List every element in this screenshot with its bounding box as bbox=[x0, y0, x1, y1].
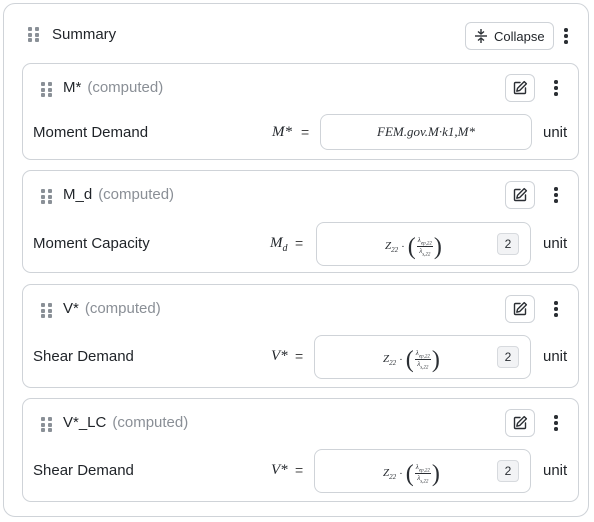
multiply-dot: · bbox=[399, 354, 403, 366]
formula-field[interactable]: FEM.gov.M·k1,M* bbox=[320, 114, 532, 150]
lead-subscript: 22 bbox=[391, 246, 399, 255]
formula-field[interactable]: Z22 · ( λep,22 λs,22 ) 2 bbox=[316, 222, 531, 266]
more-vertical-icon[interactable] bbox=[549, 300, 563, 318]
multiply-dot: · bbox=[401, 241, 405, 253]
computed-label: (computed) bbox=[84, 300, 161, 317]
symbol-text: V* bbox=[271, 462, 288, 478]
formula-field[interactable]: Z22 · ( λep,22 λs,22 ) 2 bbox=[314, 335, 531, 379]
denominator-subscript: s,22 bbox=[422, 252, 431, 258]
equals-sign: = bbox=[301, 124, 310, 140]
variable-symbol: V* bbox=[271, 348, 288, 365]
formula-lead: Z22 bbox=[383, 353, 396, 367]
formula-expression: Z22 · ( λep,22 λs,22 ) bbox=[383, 348, 440, 372]
edit-icon bbox=[513, 80, 528, 95]
unit-label: unit bbox=[543, 124, 568, 141]
paren-close: ) bbox=[431, 347, 440, 373]
drag-handle-icon[interactable] bbox=[41, 303, 52, 318]
equals-sign: = bbox=[295, 462, 304, 478]
variable-name: M_d bbox=[63, 186, 93, 203]
symbol-text: M* bbox=[272, 124, 292, 140]
formula-lead: Z22 bbox=[383, 467, 396, 481]
summary-title: Summary bbox=[52, 26, 117, 43]
variable-description: Shear Demand bbox=[33, 348, 134, 365]
formula-expression: Z22 · ( λep,22 λs,22 ) bbox=[385, 235, 442, 259]
variable-symbol: V* bbox=[271, 462, 288, 479]
unit-label: unit bbox=[543, 348, 568, 365]
more-vertical-icon[interactable] bbox=[549, 414, 563, 432]
numerator-subscript: ep,22 bbox=[420, 241, 432, 246]
formula-fraction: λep,22 λs,22 bbox=[416, 236, 433, 258]
summary-panel: Summary Collapse M* (computed) Moment Dem… bbox=[3, 3, 589, 517]
lead-subscript: 22 bbox=[389, 359, 397, 368]
more-vertical-icon[interactable] bbox=[549, 186, 563, 204]
symbol-text: M bbox=[270, 235, 283, 251]
precision-badge[interactable]: 2 bbox=[497, 346, 519, 368]
denominator-subscript: s,22 bbox=[420, 365, 429, 371]
formula-fraction: λep,22 λs,22 bbox=[414, 349, 431, 371]
variable-symbol: M* bbox=[272, 124, 292, 141]
paren-open: ( bbox=[405, 461, 414, 487]
paren-close: ) bbox=[433, 234, 442, 260]
variable-name: V*_LC bbox=[63, 414, 107, 431]
edit-button[interactable] bbox=[505, 295, 535, 323]
variable-name: M* bbox=[63, 79, 82, 96]
precision-badge[interactable]: 2 bbox=[497, 233, 519, 255]
computed-label: (computed) bbox=[87, 79, 164, 96]
drag-handle-icon[interactable] bbox=[41, 417, 52, 432]
paren-open: ( bbox=[407, 234, 416, 260]
variable-description: Moment Capacity bbox=[33, 235, 150, 252]
formula-text: FEM.gov.M·k1,M* bbox=[377, 124, 475, 139]
edit-icon bbox=[513, 301, 528, 316]
variable-description: Moment Demand bbox=[33, 124, 149, 141]
edit-button[interactable] bbox=[505, 181, 535, 209]
variable-card-v-star: V* (computed) Shear Demand V* = Z22 · ( λ… bbox=[22, 284, 579, 388]
drag-handle-icon[interactable] bbox=[28, 27, 39, 42]
equals-sign: = bbox=[295, 348, 304, 364]
numerator-subscript: ep,22 bbox=[418, 354, 430, 359]
variable-name: V* bbox=[63, 300, 79, 317]
formula-field[interactable]: Z22 · ( λep,22 λs,22 ) 2 bbox=[314, 449, 531, 493]
variable-card-v-star-lc: V*_LC (computed) Shear Demand V* = Z22 · … bbox=[22, 398, 579, 502]
collapse-label: Collapse bbox=[494, 28, 545, 44]
variable-description: Shear Demand bbox=[33, 462, 134, 479]
formula-fraction: λep,22 λs,22 bbox=[414, 463, 431, 485]
computed-label: (computed) bbox=[112, 414, 189, 431]
variable-title: M* (computed) bbox=[63, 79, 163, 96]
variable-title: V*_LC (computed) bbox=[63, 414, 188, 431]
paren-close: ) bbox=[431, 461, 440, 487]
variable-card-m-star: M* (computed) Moment Demand M* = FEM.gov.… bbox=[22, 63, 579, 160]
variable-symbol: Md bbox=[270, 235, 288, 254]
formula-expression: Z22 · ( λep,22 λs,22 ) bbox=[383, 462, 440, 486]
edit-icon bbox=[513, 187, 528, 202]
edit-button[interactable] bbox=[505, 74, 535, 102]
symbol-text: V* bbox=[271, 348, 288, 364]
symbol-subscript: d bbox=[282, 243, 288, 254]
equals-sign: = bbox=[295, 235, 304, 251]
edit-button[interactable] bbox=[505, 409, 535, 437]
denominator-subscript: s,22 bbox=[420, 479, 429, 485]
variable-card-m-d: M_d (computed) Moment Capacity Md = Z22 ·… bbox=[22, 170, 579, 273]
more-vertical-icon[interactable] bbox=[549, 79, 563, 97]
unit-label: unit bbox=[543, 462, 568, 479]
variable-title: V* (computed) bbox=[63, 300, 161, 317]
edit-icon bbox=[513, 415, 528, 430]
variable-title: M_d (computed) bbox=[63, 186, 174, 203]
computed-label: (computed) bbox=[98, 186, 175, 203]
drag-handle-icon[interactable] bbox=[41, 189, 52, 204]
numerator-subscript: ep,22 bbox=[418, 468, 430, 473]
more-vertical-icon[interactable] bbox=[559, 27, 573, 45]
paren-open: ( bbox=[405, 347, 414, 373]
multiply-dot: · bbox=[399, 468, 403, 480]
lead-subscript: 22 bbox=[389, 473, 397, 482]
precision-badge[interactable]: 2 bbox=[497, 460, 519, 482]
formula-lead: Z22 bbox=[385, 240, 398, 254]
collapse-button[interactable]: Collapse bbox=[465, 22, 554, 50]
unit-label: unit bbox=[543, 235, 568, 252]
collapse-icon bbox=[475, 29, 487, 43]
drag-handle-icon[interactable] bbox=[41, 82, 52, 97]
